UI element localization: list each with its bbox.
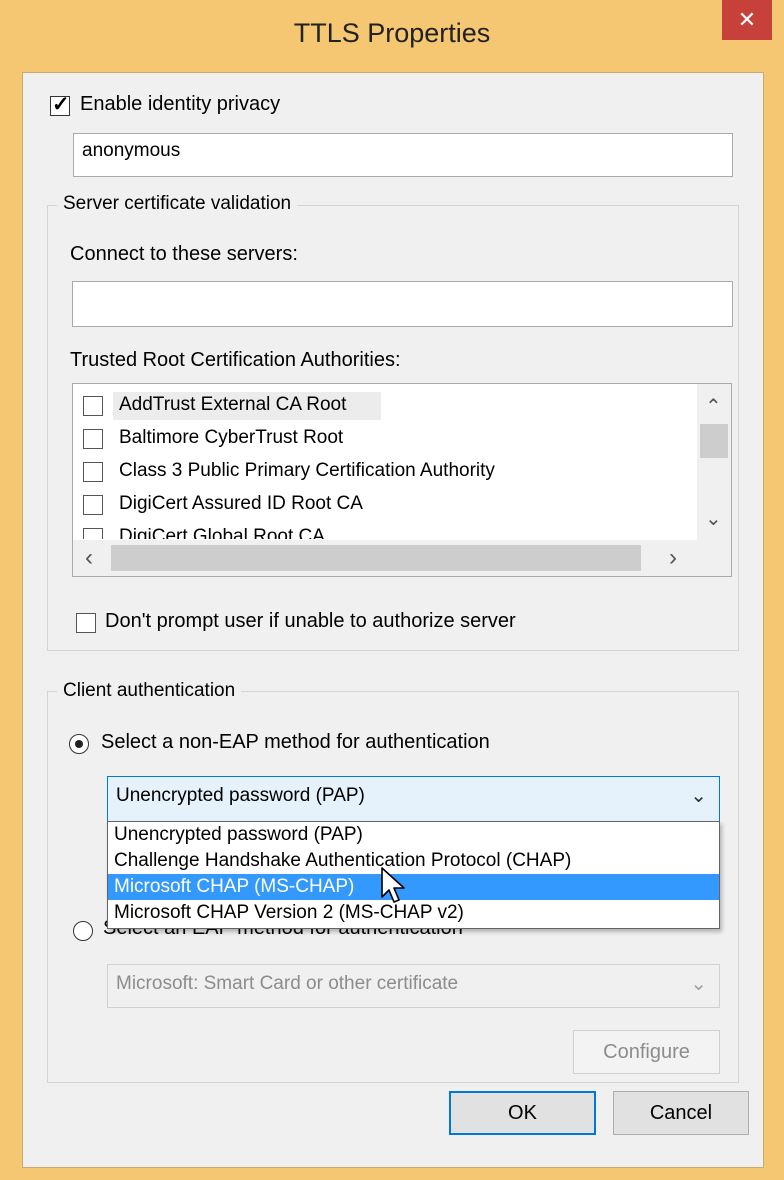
non-eap-radio[interactable] [69, 734, 89, 754]
list-item[interactable]: DigiCert Assured ID Root CA [83, 489, 683, 521]
trusted-authorities-list[interactable]: AddTrust External CA Root Baltimore Cybe… [72, 383, 732, 577]
close-icon: ✕ [737, 7, 757, 32]
horizontal-scrollbar[interactable]: ‹ › [73, 540, 697, 576]
identity-privacy-label: Enable identity privacy [80, 93, 281, 115]
chevron-down-icon: ⌄ [690, 973, 707, 995]
list-item[interactable]: DigiCert Global Root CA [83, 522, 683, 539]
scrollbar-thumb[interactable] [700, 424, 728, 458]
authority-checkbox[interactable] [83, 462, 103, 482]
dont-prompt-label: Don't prompt user if unable to authorize… [105, 610, 516, 632]
dont-prompt-checkbox[interactable] [76, 613, 96, 633]
identity-field[interactable]: anonymous [73, 133, 733, 177]
dropdown-option[interactable]: Challenge Handshake Authentication Proto… [108, 848, 719, 874]
chevron-down-icon: ⌄ [690, 785, 707, 807]
authority-checkbox[interactable] [83, 495, 103, 515]
radio-selected-dot [75, 740, 83, 748]
scroll-right-icon[interactable]: › [669, 544, 677, 572]
scroll-up-icon[interactable]: ⌃ [705, 394, 722, 419]
dropdown-option[interactable]: Microsoft CHAP Version 2 (MS-CHAP v2) [108, 900, 719, 926]
scrollbar-corner [697, 540, 731, 576]
authority-label: Baltimore CyberTrust Root [119, 427, 344, 448]
non-eap-selected-value: Unencrypted password (PAP) [116, 785, 365, 806]
configure-button: Configure [573, 1030, 720, 1074]
scroll-left-icon[interactable]: ‹ [85, 544, 93, 572]
server-validation-group-label: Server certificate validation [57, 193, 298, 215]
authority-label: AddTrust External CA Root [119, 394, 347, 415]
dialog-client-area: ✓ Enable identity privacy anonymous Serv… [22, 72, 764, 1168]
connect-servers-input[interactable] [72, 281, 733, 327]
list-item[interactable]: AddTrust External CA Root [83, 390, 683, 422]
trusted-authorities-label: Trusted Root Certification Authorities: [70, 349, 401, 371]
authority-checkbox[interactable] [83, 528, 103, 539]
non-eap-method-select[interactable]: Unencrypted password (PAP) ⌄ [107, 776, 720, 822]
identity-privacy-checkbox[interactable]: ✓ [50, 93, 70, 116]
cancel-button[interactable]: Cancel [613, 1091, 749, 1135]
dialog-title: TTLS Properties [293, 18, 491, 48]
authority-label: DigiCert Global Root CA [119, 526, 325, 539]
checkmark-icon: ✓ [52, 93, 70, 116]
mouse-cursor-icon [381, 867, 405, 903]
close-button[interactable]: ✕ [722, 0, 772, 40]
authority-checkbox[interactable] [83, 429, 103, 449]
non-eap-options-dropdown[interactable]: Unencrypted password (PAP) Challenge Han… [107, 821, 720, 929]
title-bar[interactable]: TTLS Properties ✕ [0, 0, 784, 72]
dropdown-option[interactable]: Unencrypted password (PAP) [108, 822, 719, 848]
scroll-down-icon[interactable]: ⌄ [705, 506, 722, 531]
connect-servers-label: Connect to these servers: [70, 243, 298, 265]
vertical-scrollbar[interactable]: ⌃ ⌄ [697, 384, 731, 540]
list-item[interactable]: Baltimore CyberTrust Root [83, 423, 683, 455]
dialog-window: TTLS Properties ✕ ✓ Enable identity priv… [0, 0, 784, 1180]
dropdown-option-highlighted[interactable]: Microsoft CHAP (MS-CHAP) [108, 874, 719, 900]
eap-selected-value: Microsoft: Smart Card or other certifica… [116, 973, 459, 994]
horizontal-scrollbar-thumb[interactable] [111, 545, 641, 571]
eap-method-select: Microsoft: Smart Card or other certifica… [107, 964, 720, 1008]
authority-checkbox[interactable] [83, 396, 103, 416]
non-eap-label: Select a non-EAP method for authenticati… [101, 731, 490, 753]
client-auth-group-label: Client authentication [57, 680, 242, 702]
ok-button[interactable]: OK [449, 1091, 596, 1135]
eap-radio[interactable] [73, 921, 93, 941]
authority-label: Class 3 Public Primary Certification Aut… [119, 460, 495, 481]
list-item[interactable]: Class 3 Public Primary Certification Aut… [83, 456, 683, 488]
authority-label: DigiCert Assured ID Root CA [119, 493, 363, 514]
